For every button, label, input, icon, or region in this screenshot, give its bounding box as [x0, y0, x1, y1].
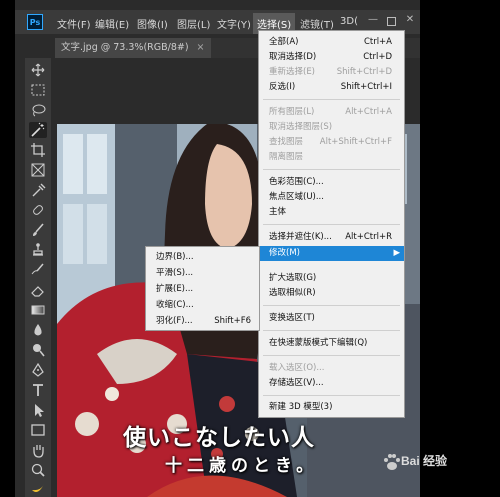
- menu-item-quick-mask[interactable]: 在快速蒙版模式下编辑(Q): [259, 336, 404, 351]
- menu-item-modify[interactable]: 修改(M) ▶: [259, 246, 404, 261]
- tools-panel: [25, 58, 51, 497]
- menu-filter[interactable]: 滤镜(T): [300, 16, 334, 31]
- menu-item-inverse[interactable]: 反选(I) Shift+Ctrl+I: [259, 80, 404, 95]
- submenu-arrow-icon: ▶: [393, 248, 400, 258]
- banana-icon: [29, 480, 47, 496]
- menu-separator: [263, 224, 400, 225]
- submenu-item-contract[interactable]: 收缩(C)...: [146, 298, 259, 313]
- menu-layer[interactable]: 图层(L): [177, 16, 210, 31]
- blur-tool-icon[interactable]: [29, 322, 47, 338]
- hand-tool-icon[interactable]: [29, 442, 47, 458]
- eyedropper-tool-icon[interactable]: [29, 182, 47, 198]
- document-tab-title: 文字.jpg @ 73.3%(RGB/8#): [61, 42, 189, 53]
- move-tool-icon[interactable]: [29, 62, 47, 78]
- menu-item-find-layers: 查找图层 Alt+Shift+Ctrl+F: [269, 137, 392, 147]
- menu-item-focus-area[interactable]: 焦点区域(U)...: [259, 190, 404, 205]
- image-caption-line2: 十二歳のとき。: [165, 456, 319, 476]
- document-tab[interactable]: 文字.jpg @ 73.3%(RGB/8#) ×: [55, 38, 211, 58]
- rectangle-tool-icon[interactable]: [29, 422, 47, 438]
- menu-item-deselect[interactable]: 取消选择(D) Ctrl+D: [259, 50, 404, 65]
- crop-tool-icon[interactable]: [29, 142, 47, 158]
- marquee-tool-icon[interactable]: [29, 82, 47, 98]
- watermark-text: Bai 经验: [401, 454, 448, 468]
- submenu-item-border[interactable]: 边界(B)...: [146, 250, 259, 265]
- baidu-watermark: Bai 经验: [383, 448, 473, 478]
- submenu-item-feather[interactable]: 羽化(F)... Shift+F6: [146, 314, 259, 329]
- menu-item-new-3d-model[interactable]: 新建 3D 模型(3): [259, 400, 404, 415]
- photoshop-logo: Ps: [27, 14, 43, 30]
- menu-item-color-range[interactable]: 色彩范围(C)...: [259, 175, 404, 190]
- submenu-item-smooth[interactable]: 平滑(S)...: [146, 266, 259, 281]
- menu-image[interactable]: 图像(I): [137, 16, 168, 31]
- photoshop-window: Ps 文件(F) 编辑(E) 图像(I) 图层(L) 文字(Y) 选择(S) 滤…: [15, 0, 420, 497]
- gradient-tool-icon[interactable]: [29, 302, 47, 318]
- menu-item-similar[interactable]: 选取相似(R): [259, 286, 404, 301]
- menu-item-load-selection: 载入选区(O)...: [269, 363, 325, 373]
- menu-edit[interactable]: 编辑(E): [95, 16, 129, 31]
- select-menu-dropdown: 全部(A) Ctrl+A 取消选择(D) Ctrl+D 重新选择(E) Shift+C…: [258, 30, 405, 418]
- menu-separator: [263, 395, 400, 396]
- lasso-tool-icon[interactable]: [29, 102, 47, 118]
- close-window-icon[interactable]: ✕: [405, 15, 415, 25]
- menu-separator: [263, 305, 400, 306]
- menu-item-transform-selection[interactable]: 变换选区(T): [259, 311, 404, 326]
- menu-item-reselect: 重新选择(E) Shift+Ctrl+D: [269, 67, 392, 77]
- path-selection-tool-icon[interactable]: [29, 402, 47, 418]
- menu-item-subject[interactable]: 主体: [259, 205, 404, 220]
- menu-item-select-all[interactable]: 全部(A) Ctrl+A: [259, 35, 404, 50]
- eraser-tool-icon[interactable]: [29, 282, 47, 298]
- dodge-tool-icon[interactable]: [29, 342, 47, 358]
- menu-file[interactable]: 文件(F): [57, 16, 91, 31]
- maximize-icon[interactable]: [387, 17, 396, 26]
- healing-brush-tool-icon[interactable]: [29, 202, 47, 218]
- menu-separator: [263, 330, 400, 331]
- menu-type[interactable]: 文字(Y): [217, 16, 251, 31]
- menu-item-all-layers: 所有图层(L) Alt+Ctrl+A: [269, 107, 392, 117]
- menu-item-grow[interactable]: 扩大选取(G): [259, 271, 404, 286]
- brush-tool-icon[interactable]: [29, 222, 47, 238]
- menu-item-isolate-layers: 隔离图层: [269, 152, 304, 162]
- frame-tool-icon[interactable]: [29, 162, 47, 178]
- submenu-item-expand[interactable]: 扩展(E)...: [146, 282, 259, 297]
- menu-separator: [263, 355, 400, 356]
- menu-3d[interactable]: 3D(: [340, 16, 358, 27]
- paw-icon: [384, 454, 400, 470]
- modify-submenu: 边界(B)... 平滑(S)... 扩展(E)... 收缩(C)... 羽化(F…: [145, 246, 260, 331]
- menu-separator: [263, 99, 400, 100]
- minimize-icon[interactable]: —: [368, 15, 378, 25]
- image-caption-line1: 使いこなしたい人: [123, 425, 315, 451]
- history-brush-tool-icon[interactable]: [29, 262, 47, 278]
- clone-stamp-tool-icon[interactable]: [29, 242, 47, 258]
- menu-item-deselect-layers: 取消选择图层(S): [269, 122, 333, 132]
- magic-wand-tool-icon[interactable]: [29, 122, 47, 138]
- close-icon[interactable]: ×: [197, 42, 205, 53]
- type-tool-icon[interactable]: [29, 382, 47, 398]
- menu-item-save-selection[interactable]: 存储选区(V)...: [259, 376, 404, 391]
- pen-tool-icon[interactable]: [29, 362, 47, 378]
- menu-separator: [263, 169, 400, 170]
- menu-item-select-and-mask[interactable]: 选择并遮住(K)... Alt+Ctrl+R: [259, 230, 404, 245]
- zoom-tool-icon[interactable]: [29, 462, 47, 478]
